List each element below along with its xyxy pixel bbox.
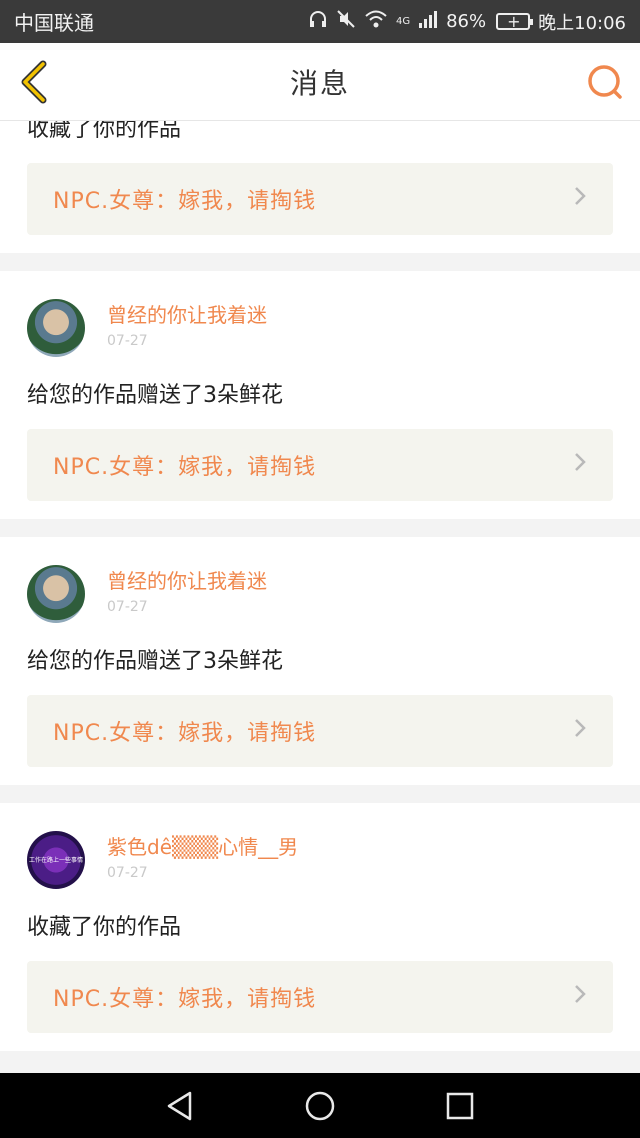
user-meta: 曾经的你让我着迷 07-27 (107, 565, 267, 615)
nav-back-button[interactable] (160, 1086, 200, 1126)
battery-icon: + (496, 12, 534, 31)
signal-icon (418, 9, 438, 34)
work-title: NPC.女尊：嫁我，请掏钱 (53, 721, 317, 746)
square-recent-icon (446, 1092, 474, 1119)
message-card: 收藏了你的作品 NPC.女尊：嫁我，请掏钱 (0, 121, 640, 253)
carrier-label: 中国联通 (14, 11, 94, 35)
message-feed[interactable]: 收藏了你的作品 NPC.女尊：嫁我，请掏钱 曾经的你让我着迷 07-27 给您的… (0, 121, 640, 1073)
headset-icon (308, 9, 328, 34)
system-nav-bar (0, 1073, 640, 1138)
clock: 晚上10:06 (538, 12, 626, 34)
work-link[interactable]: NPC.女尊：嫁我，请掏钱 (27, 695, 613, 767)
timestamp: 07-27 (107, 865, 148, 881)
message-action: 给您的作品赠送了3朵鲜花 (27, 649, 283, 674)
wifi-icon (364, 9, 388, 34)
work-link[interactable]: NPC.女尊：嫁我，请掏钱 (27, 163, 613, 235)
user-meta: 紫色dê▒▒▒心情__男 07-27 (107, 831, 298, 881)
nav-home-button[interactable] (300, 1086, 340, 1126)
mute-icon (336, 9, 356, 34)
triangle-back-icon (167, 1091, 192, 1120)
status-icons: 4G 86% + 晚上10:06 (308, 9, 626, 35)
user-row: 曾经的你让我着迷 07-27 (27, 537, 613, 627)
username[interactable]: 曾经的你让我着迷 (107, 303, 267, 327)
avatar[interactable]: 工作在路上一些事情 (27, 831, 85, 889)
message-card: 曾经的你让我着迷 07-27 给您的作品赠送了3朵鲜花 NPC.女尊：嫁我，请掏… (0, 271, 640, 519)
message-card: 工作在路上一些事情 紫色dê▒▒▒心情__男 07-27 收藏了你的作品 NPC… (0, 803, 640, 1051)
circle-home-icon (305, 1091, 335, 1120)
username[interactable]: 紫色dê▒▒▒心情__男 (107, 835, 298, 859)
timestamp: 07-27 (107, 333, 148, 349)
chevron-right-icon (573, 982, 587, 1012)
work-link[interactable]: NPC.女尊：嫁我，请掏钱 (27, 961, 613, 1033)
search-icon (588, 65, 622, 99)
network-label: 4G (395, 16, 411, 27)
avatar-caption: 工作在路上一些事情 (28, 857, 83, 864)
work-title: NPC.女尊：嫁我，请掏钱 (53, 455, 317, 480)
chevron-right-icon (573, 184, 587, 214)
user-row: 曾经的你让我着迷 07-27 (27, 271, 613, 361)
user-meta: 曾经的你让我着迷 07-27 (107, 299, 267, 349)
battery-percent: 86% (446, 11, 487, 32)
username[interactable]: 曾经的你让我着迷 (107, 569, 267, 593)
message-action: 收藏了你的作品 (27, 915, 182, 940)
message-card: 曾经的你让我着迷 07-27 给您的作品赠送了3朵鲜花 NPC.女尊：嫁我，请掏… (0, 537, 640, 785)
page-title: 消息 (289, 66, 350, 100)
avatar[interactable] (27, 565, 85, 623)
chevron-right-icon (573, 716, 587, 746)
work-link[interactable]: NPC.女尊：嫁我，请掏钱 (27, 429, 613, 501)
nav-recent-button[interactable] (440, 1086, 480, 1126)
top-app-bar: 消息 (0, 43, 640, 121)
work-title: NPC.女尊：嫁我，请掏钱 (53, 987, 317, 1012)
status-bar: 中国联通 4G 86% + 晚上10:06 (0, 0, 640, 43)
back-chevron-icon (21, 60, 47, 104)
message-action: 收藏了你的作品 (27, 121, 182, 142)
message-action: 给您的作品赠送了3朵鲜花 (27, 383, 283, 408)
work-title: NPC.女尊：嫁我，请掏钱 (53, 189, 317, 214)
search-button[interactable] (584, 61, 626, 103)
back-button[interactable] (14, 57, 54, 107)
avatar[interactable] (27, 299, 85, 357)
timestamp: 07-27 (107, 599, 148, 615)
chevron-right-icon (573, 450, 587, 480)
user-row: 工作在路上一些事情 紫色dê▒▒▒心情__男 07-27 (27, 803, 613, 893)
